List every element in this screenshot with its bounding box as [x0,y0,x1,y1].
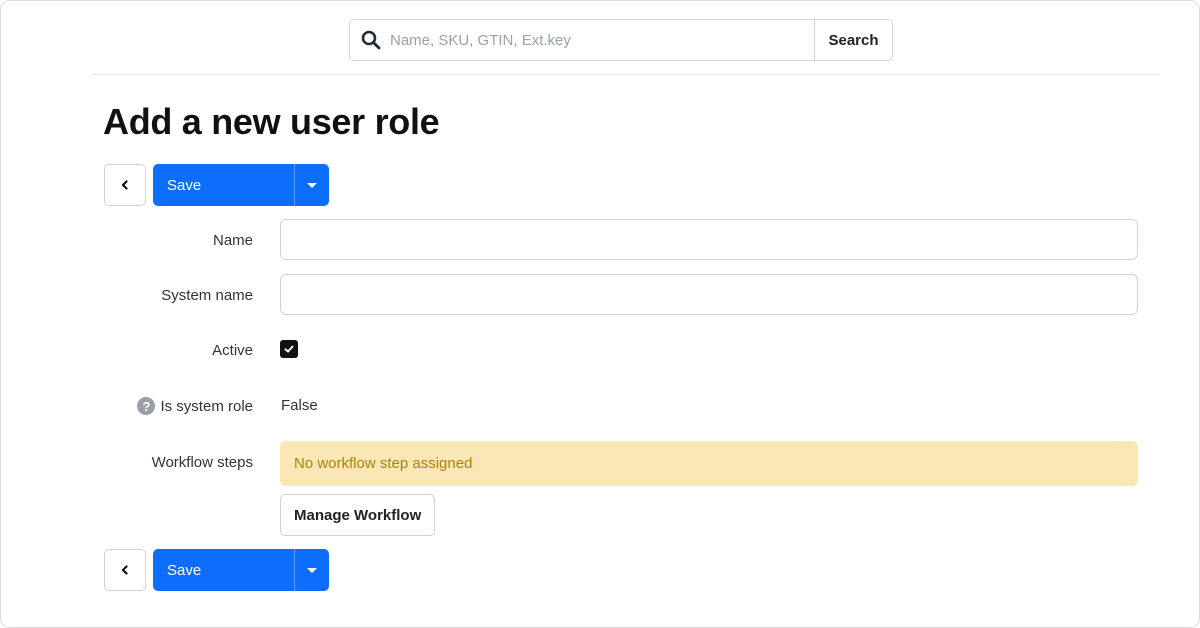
is-system-role-label-row: ? Is system role [137,396,253,416]
save-options-dropdown-bottom[interactable] [294,549,329,591]
workflow-alert-text: No workflow step assigned [294,455,473,472]
question-circle-icon[interactable]: ? [137,397,156,415]
top-toolbar: Save [104,164,329,206]
chevron-left-icon [121,565,128,575]
back-button[interactable] [104,164,146,206]
save-options-dropdown[interactable] [294,164,329,206]
name-label: Name [212,231,253,249]
back-button-bottom[interactable] [104,549,146,591]
is-system-role-value: False [281,397,318,414]
bottom-toolbar: Save [104,549,329,591]
is-system-role-label: Is system role [160,397,253,415]
search-field [350,20,814,60]
active-label: Active [212,341,253,359]
manage-workflow-button[interactable]: Manage Workflow [280,494,436,536]
search-bar: Search [349,19,893,61]
system-name-input[interactable] [280,274,1138,315]
page-title: Add a new user role [103,101,440,142]
search-input[interactable] [381,20,814,60]
save-button-group-bottom: Save [153,549,329,591]
save-button[interactable]: Save [153,164,294,206]
caret-down-icon [307,567,317,573]
search-button[interactable]: Search [814,20,892,60]
name-input[interactable] [280,219,1138,260]
page-frame: Search Add a new user role Save Name Sys… [0,0,1200,628]
system-name-label: System name [161,286,253,304]
workflow-alert: No workflow step assigned [280,441,1138,486]
workflow-steps-label: Workflow steps [151,453,253,471]
checkmark-icon [284,345,294,353]
caret-down-icon [307,182,317,188]
chevron-left-icon [121,180,128,190]
search-icon [361,30,381,50]
header-divider [91,74,1159,75]
save-button-group: Save [153,164,329,206]
active-checkbox[interactable] [280,340,298,358]
save-button-bottom[interactable]: Save [153,549,294,591]
